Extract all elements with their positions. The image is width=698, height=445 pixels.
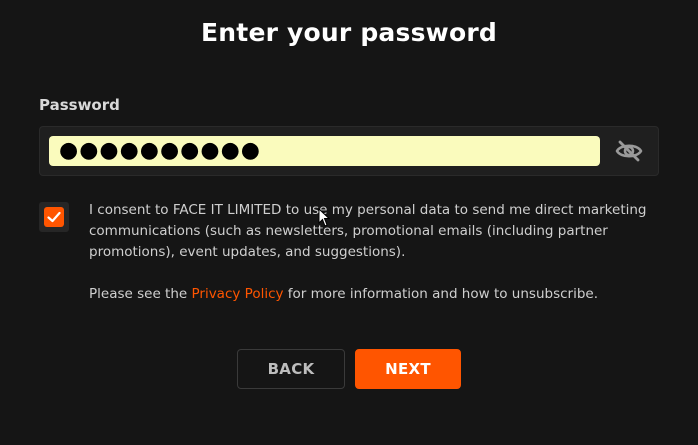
privacy-policy-link[interactable]: Privacy Policy [191,286,283,302]
privacy-suffix: for more information and how to unsubscr… [283,286,598,302]
privacy-prefix: Please see the [89,286,192,302]
eye-off-icon-graphic [615,140,643,162]
password-label: Password [39,96,120,114]
privacy-notice: Please see the Privacy Policy for more i… [89,284,659,305]
consent-checkbox[interactable] [44,207,64,227]
checkmark-icon [47,211,61,223]
page-title: Enter your password [201,18,497,47]
back-button[interactable]: BACK [237,349,345,389]
mouse-cursor-icon [318,208,330,227]
next-button[interactable]: NEXT [355,349,461,389]
password-input[interactable]: ●●●●●●●●●● [49,136,600,166]
password-screen: Enter your password Password ●●●●●●●●●● … [0,0,698,445]
password-field-container: ●●●●●●●●●● [39,126,659,176]
eye-off-icon[interactable] [611,136,647,166]
consent-checkbox-wrap [39,202,69,232]
consent-text: I consent to FACE IT LIMITED to use my p… [89,202,647,260]
